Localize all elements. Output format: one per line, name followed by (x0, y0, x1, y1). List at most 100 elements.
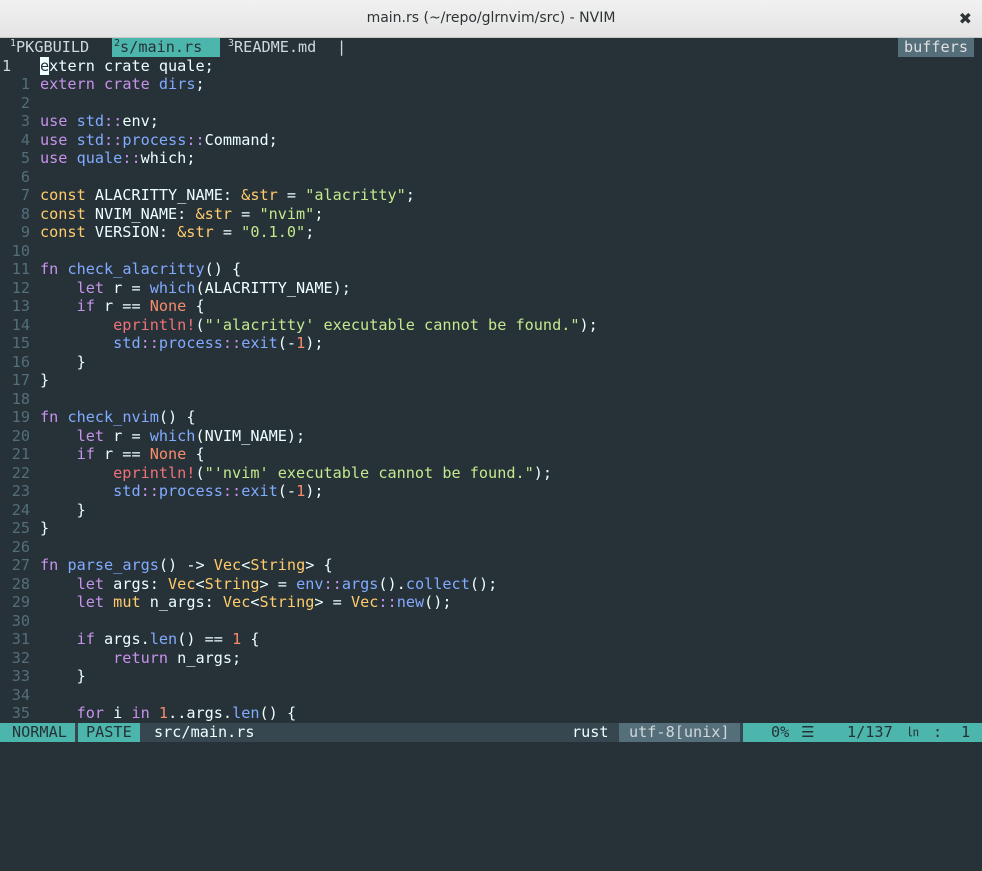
line-source: eprintln!("'alacritty' executable cannot… (113, 315, 598, 334)
code-line[interactable]: 21 if r == None { (0, 445, 982, 464)
line-number: 1 (2, 56, 12, 75)
code-line[interactable]: 27 fn parse_args() -> Vec<String> { (0, 556, 982, 575)
code-line[interactable]: 1 extern crate dirs; (0, 75, 982, 94)
tab-readme[interactable]: 3README.md (226, 38, 318, 57)
file-type: rust (572, 723, 609, 741)
code-line[interactable]: 20 let r = which(NVIM_NAME); (0, 427, 982, 446)
line-number: 35 (11, 704, 30, 722)
line-number: 8 (20, 204, 30, 223)
code-line[interactable]: 13 if r == None { (0, 297, 982, 316)
paste-indicator: PASTE (78, 723, 140, 742)
code-line[interactable]: 9 const VERSION: &str = "0.1.0"; (0, 223, 982, 242)
code-line[interactable]: 18 (0, 390, 982, 409)
line-number: 21 (11, 445, 30, 463)
line-number: 24 (11, 500, 30, 519)
line-source: let r = which(ALACRITTY_NAME); (76, 278, 351, 297)
code-line[interactable]: 5 use quale::which; (0, 149, 982, 168)
code-line[interactable]: 31 if args.len() == 1 { (0, 630, 982, 649)
line-number: 15 (11, 334, 30, 352)
line-number: 12 (11, 278, 30, 297)
line-number: 3 (20, 112, 30, 130)
menu-icon: ☰ (801, 723, 815, 741)
line-number: 7 (20, 186, 30, 204)
code-line[interactable]: 15 std::process::exit(-1); (0, 334, 982, 353)
line-number: 18 (11, 389, 30, 408)
code-line[interactable]: 10 (0, 242, 982, 261)
buffers-indicator[interactable]: buffers (897, 38, 974, 57)
line-source: let mut n_args: Vec<String> = Vec::new()… (76, 593, 452, 611)
code-line[interactable]: 19 fn check_nvim() { (0, 408, 982, 427)
line-number: 20 (11, 426, 30, 445)
line-number: 11 (11, 260, 30, 278)
code-line[interactable]: 29 let mut n_args: Vec<String> = Vec::ne… (0, 593, 982, 612)
line-source: fn check_nvim() { (40, 408, 196, 426)
code-line[interactable]: 6 (0, 168, 982, 187)
file-name: src/main.rs (154, 723, 255, 741)
command-line[interactable] (0, 741, 982, 773)
statusline: NORMAL PASTE src/main.rs rust utf-8[unix… (0, 723, 982, 742)
line-source: use std::env; (40, 112, 159, 130)
code-line[interactable]: 33 } (0, 667, 982, 686)
position-section: 0% ☰ 1/137 ㏑ : 1 (743, 723, 982, 742)
code-line[interactable]: 12 let r = which(ALACRITTY_NAME); (0, 279, 982, 298)
code-line[interactable]: 11 fn check_alacritty() { (0, 260, 982, 279)
line-number: 2 (20, 93, 30, 112)
code-line[interactable]: 34 (0, 686, 982, 705)
code-line[interactable]: 35 for i in 1..args.len() { (0, 704, 982, 723)
code-line[interactable]: 24 } (0, 501, 982, 520)
line-number: 33 (11, 667, 30, 685)
line-source: } (40, 371, 50, 389)
line-source: for i in 1..args.len() { (76, 704, 297, 722)
code-line[interactable]: 16 } (0, 353, 982, 372)
line-source: } (40, 352, 86, 371)
tab-label: README.md (234, 38, 317, 56)
line-source: fn parse_args() -> Vec<String> { (40, 556, 333, 574)
line-number: 5 (20, 149, 30, 167)
line-number: 1 (20, 75, 30, 93)
tab-pkgbuild[interactable]: 1PKGBUILD (8, 38, 91, 57)
scroll-percent: 0% (771, 723, 790, 741)
line-number: 27 (11, 556, 30, 574)
code-line[interactable]: 1 extern crate quale; (0, 56, 982, 76)
line-source: } (40, 519, 50, 537)
tab-label: PKGBUILD (16, 38, 90, 56)
window-titlebar: main.rs (~/repo/glrnvim/src) - NVIM ✖ (0, 0, 982, 38)
line-number: 22 (11, 463, 30, 482)
line-source: std::process::exit(-1); (113, 334, 324, 352)
line-source: extern crate quale; (40, 56, 214, 75)
line-number: 28 (11, 574, 30, 593)
code-line[interactable]: 8 const NVIM_NAME: &str = "nvim"; (0, 205, 982, 224)
line-source: const ALACRITTY_NAME: &str = "alacritty"… (40, 186, 415, 204)
line-number: 9 (20, 223, 30, 241)
tab-label: s/main.rs (120, 38, 203, 56)
line-number: 10 (11, 241, 30, 260)
code-line[interactable]: 22 eprintln!("'nvim' executable cannot b… (0, 464, 982, 483)
column-number: 1 (961, 723, 971, 741)
code-line[interactable]: 32 return n_args; (0, 649, 982, 668)
code-line[interactable]: 17} (0, 371, 982, 390)
code-line[interactable]: 30 (0, 612, 982, 631)
line-number: 19 (11, 408, 30, 426)
code-line[interactable]: 23 std::process::exit(-1); (0, 482, 982, 501)
code-area[interactable]: 1 extern crate quale; 1 extern crate dirs; 2… (0, 56, 982, 723)
tab-main-rs[interactable]: 2s/main.rs (112, 38, 220, 57)
code-line[interactable]: 25} (0, 519, 982, 538)
mode-indicator: NORMAL (0, 723, 75, 742)
line-source: if r == None { (76, 445, 205, 463)
close-icon[interactable]: ✖ (959, 0, 972, 37)
code-line[interactable]: 14 eprintln!("'alacritty' executable can… (0, 316, 982, 335)
line-number: 31 (11, 630, 30, 648)
line-number: 29 (11, 593, 30, 611)
terminal[interactable]: 1PKGBUILD 2s/main.rs 3README.md | buffer… (0, 38, 982, 773)
line-number: 34 (11, 685, 30, 704)
code-line[interactable]: 28 let args: Vec<String> = env::args().c… (0, 575, 982, 594)
code-line[interactable]: 4 use std::process::Command; (0, 131, 982, 150)
code-line[interactable]: 3 use std::env; (0, 112, 982, 131)
code-line[interactable]: 7 const ALACRITTY_NAME: &str = "alacritty… (0, 186, 982, 205)
line-number: 26 (11, 537, 30, 556)
line-source: use std::process::Command; (40, 130, 278, 149)
code-line[interactable]: 2 (0, 94, 982, 113)
line-number: 16 (11, 352, 30, 371)
line-number: 14 (11, 315, 30, 334)
code-line[interactable]: 26 (0, 538, 982, 557)
